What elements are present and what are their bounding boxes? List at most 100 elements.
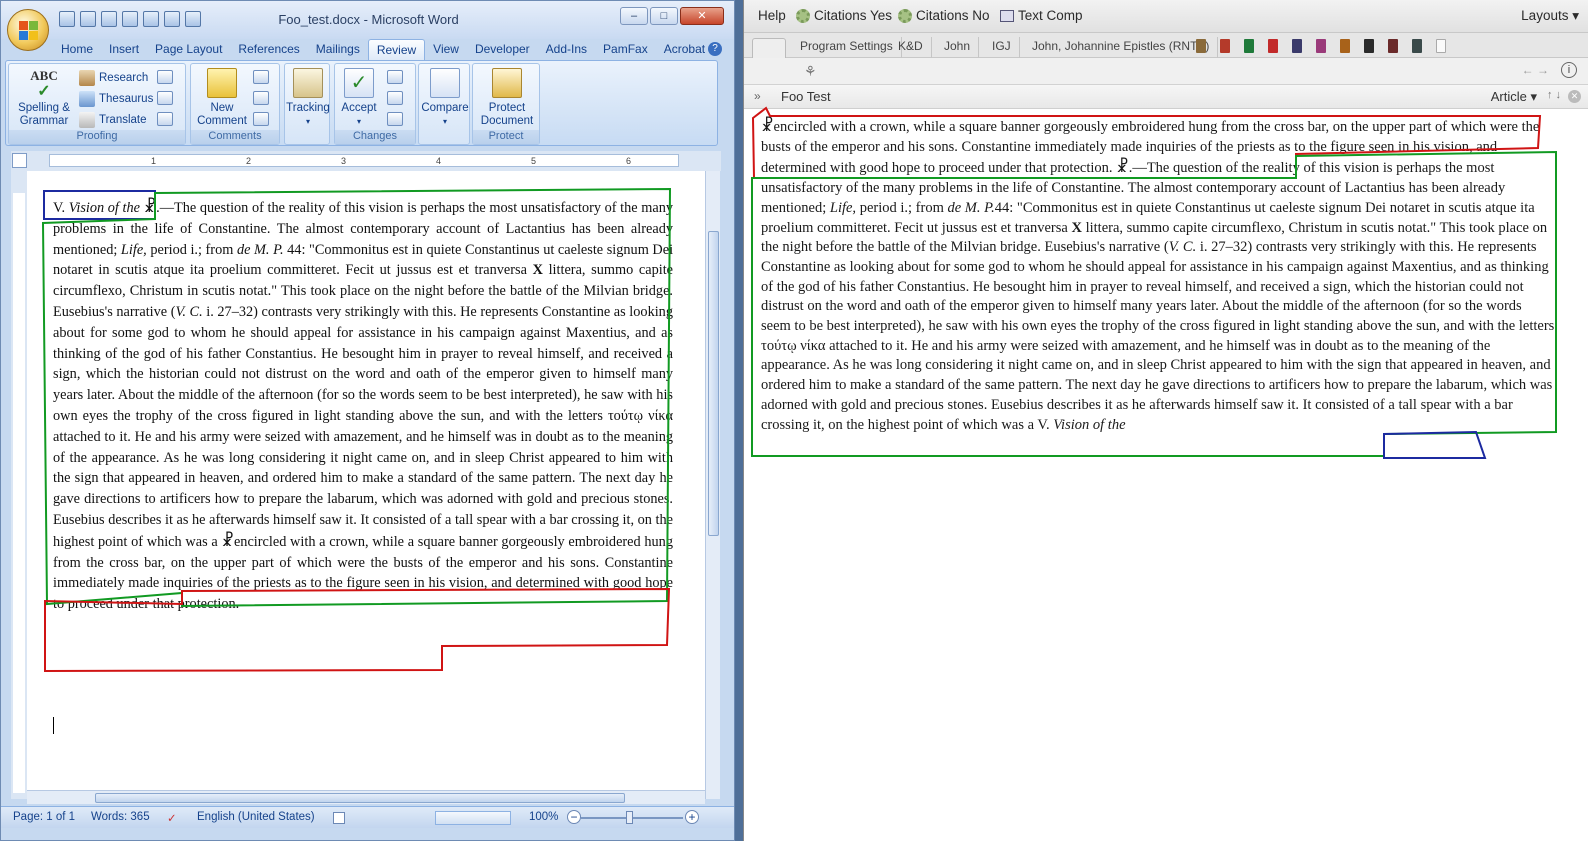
word-count[interactable]: Words: 365 bbox=[91, 811, 150, 823]
next-change-icon[interactable] bbox=[387, 112, 403, 126]
citations-yes-label: Citations Yes bbox=[814, 8, 893, 23]
info-icon[interactable]: i bbox=[1561, 62, 1577, 78]
close-panel-icon[interactable]: ✕ bbox=[1568, 90, 1581, 103]
reject-icon[interactable] bbox=[387, 70, 403, 84]
help-menu[interactable]: Help bbox=[758, 8, 786, 23]
tab-kd[interactable]: K&D bbox=[890, 37, 932, 58]
translation-screentip-icon[interactable] bbox=[157, 91, 173, 105]
translate-button[interactable]: Translate bbox=[79, 112, 147, 128]
macro-record-icon[interactable] bbox=[333, 812, 345, 824]
tracking-group[interactable]: Tracking ▾ bbox=[284, 63, 330, 145]
tab-selector-icon[interactable] bbox=[12, 153, 27, 168]
logos-x-letter: X bbox=[1071, 219, 1082, 236]
tab-program-settings[interactable]: Program Settings bbox=[792, 37, 902, 58]
view-buttons[interactable] bbox=[435, 811, 511, 825]
protect-group: Protect Document Protect bbox=[472, 63, 540, 145]
book-icon[interactable] bbox=[1388, 39, 1398, 53]
book-icon[interactable] bbox=[1196, 39, 1206, 53]
translate-label: Translate bbox=[99, 114, 147, 126]
tab-mailings[interactable]: Mailings bbox=[308, 39, 368, 61]
tab-home[interactable]: Home bbox=[53, 39, 101, 61]
minimize-button[interactable]: – bbox=[620, 7, 648, 25]
doc-vc-italic: V. C. bbox=[175, 303, 203, 320]
panel-menu-icon[interactable]: ⚘ bbox=[804, 63, 817, 80]
office-button[interactable] bbox=[7, 9, 49, 51]
book-icon[interactable] bbox=[1220, 39, 1230, 53]
logos-tabs: Program Settings K&D John IGJ John, Joha… bbox=[744, 33, 1588, 58]
layouts-menu[interactable]: Layouts ▾ bbox=[1521, 8, 1579, 24]
word-titlebar: Foo_test.docx - Microsoft Word – □ ✕ bbox=[1, 1, 734, 39]
book-icon[interactable] bbox=[1316, 39, 1326, 53]
accept-icon: ✓ bbox=[344, 68, 374, 98]
up-down-icon[interactable]: ↑ ↓ bbox=[1547, 89, 1561, 101]
research-label: Research bbox=[99, 72, 149, 84]
logos-article-text[interactable]: ☧encircled with a crown, while a square … bbox=[761, 116, 1555, 435]
tab-john[interactable]: John bbox=[936, 37, 980, 58]
tab-page-layout[interactable]: Page Layout bbox=[147, 39, 230, 61]
document-body[interactable]: V. Vision of the ☧.—The question of the … bbox=[53, 197, 673, 615]
text-comp-button[interactable]: Text Comp bbox=[1000, 8, 1083, 23]
panel-title: Foo Test bbox=[781, 89, 831, 104]
protect-document-button[interactable]: Protect Document bbox=[475, 68, 539, 128]
book-icon[interactable] bbox=[1244, 39, 1254, 53]
nav-arrows-icon[interactable]: ← → bbox=[1522, 63, 1549, 77]
tab-references[interactable]: References bbox=[230, 39, 307, 61]
book-icon[interactable] bbox=[1412, 39, 1422, 53]
accept-button[interactable]: ✓ Accept ▾ bbox=[337, 68, 381, 128]
tab-john-epistles[interactable]: John, Johannine Epistles (RNTS) bbox=[1024, 37, 1219, 58]
tracking-button[interactable]: Tracking ▾ bbox=[285, 68, 331, 128]
research-button[interactable]: Research bbox=[79, 70, 148, 86]
tab-review[interactable]: Review bbox=[367, 39, 426, 61]
compare-button[interactable]: Compare ▾ bbox=[421, 68, 469, 128]
previous-comment-icon[interactable] bbox=[253, 91, 269, 105]
book-icon[interactable] bbox=[1364, 39, 1374, 53]
proofing-error-icon[interactable]: ✓ bbox=[167, 811, 177, 825]
new-comment-label-2: Comment bbox=[197, 115, 247, 127]
book-icon[interactable] bbox=[1340, 39, 1350, 53]
next-comment-icon[interactable] bbox=[253, 112, 269, 126]
page-count[interactable]: Page: 1 of 1 bbox=[13, 811, 75, 823]
tab-pamfax[interactable]: PamFax bbox=[595, 39, 656, 61]
horizontal-scrollbar[interactable] bbox=[27, 790, 705, 804]
delete-comment-icon[interactable] bbox=[253, 70, 269, 84]
new-comment-button[interactable]: New Comment bbox=[195, 68, 249, 128]
protect-label-1: Protect bbox=[488, 102, 526, 114]
document-tab-icon[interactable] bbox=[1436, 39, 1446, 53]
changes-group: ✓ Accept ▾ Changes bbox=[334, 63, 416, 145]
vertical-scrollbar[interactable] bbox=[705, 171, 720, 799]
book-icon[interactable] bbox=[1268, 39, 1278, 53]
word-count-icon[interactable] bbox=[157, 112, 173, 126]
spelling-grammar-button[interactable]: ABC ✓ Spelling & Grammar bbox=[13, 68, 75, 128]
tab-view[interactable]: View bbox=[425, 39, 467, 61]
expand-icon[interactable]: » bbox=[754, 89, 761, 103]
help-icon[interactable]: ? bbox=[708, 42, 722, 56]
tab-igj[interactable]: IGJ bbox=[984, 37, 1020, 58]
zoom-in-button[interactable]: + bbox=[685, 810, 699, 824]
citations-no-button[interactable]: Citations No bbox=[898, 8, 990, 23]
accept-label: Accept bbox=[341, 102, 377, 114]
status-bar: Page: 1 of 1 Words: 365 ✓ English (Unite… bbox=[1, 806, 734, 828]
language-indicator[interactable]: English (United States) bbox=[197, 811, 315, 823]
close-button[interactable]: ✕ bbox=[680, 7, 724, 25]
book-icon[interactable] bbox=[1292, 39, 1302, 53]
zoom-level[interactable]: 100% bbox=[529, 811, 558, 823]
tab-add-ins[interactable]: Add-Ins bbox=[538, 39, 595, 61]
logos-vision-italic: Vision of the bbox=[1053, 416, 1126, 433]
vertical-ruler bbox=[11, 171, 27, 799]
panel-titlebar: » Foo Test Article ▾ ↑ ↓ ✕ bbox=[744, 85, 1588, 109]
zoom-slider-knob[interactable] bbox=[626, 811, 633, 824]
set-language-icon[interactable] bbox=[157, 70, 173, 84]
maximize-button[interactable]: □ bbox=[650, 7, 678, 25]
lock-icon bbox=[492, 68, 522, 98]
document-page[interactable]: V. Vision of the ☧.—The question of the … bbox=[27, 171, 705, 799]
spelling-abc-icon: ABC ✓ bbox=[30, 68, 58, 100]
previous-change-icon[interactable] bbox=[387, 91, 403, 105]
zoom-out-button[interactable]: − bbox=[567, 810, 581, 824]
tab-insert[interactable]: Insert bbox=[101, 39, 147, 61]
tab-developer[interactable]: Developer bbox=[467, 39, 538, 61]
thesaurus-button[interactable]: Thesaurus bbox=[79, 91, 153, 107]
article-dropdown[interactable]: Article ▾ bbox=[1491, 89, 1537, 105]
tab-acrobat[interactable]: Acrobat bbox=[656, 39, 713, 61]
citations-yes-button[interactable]: Citations Yes bbox=[796, 8, 892, 23]
horizontal-ruler[interactable]: 1 2 3 4 5 6 bbox=[11, 151, 721, 171]
